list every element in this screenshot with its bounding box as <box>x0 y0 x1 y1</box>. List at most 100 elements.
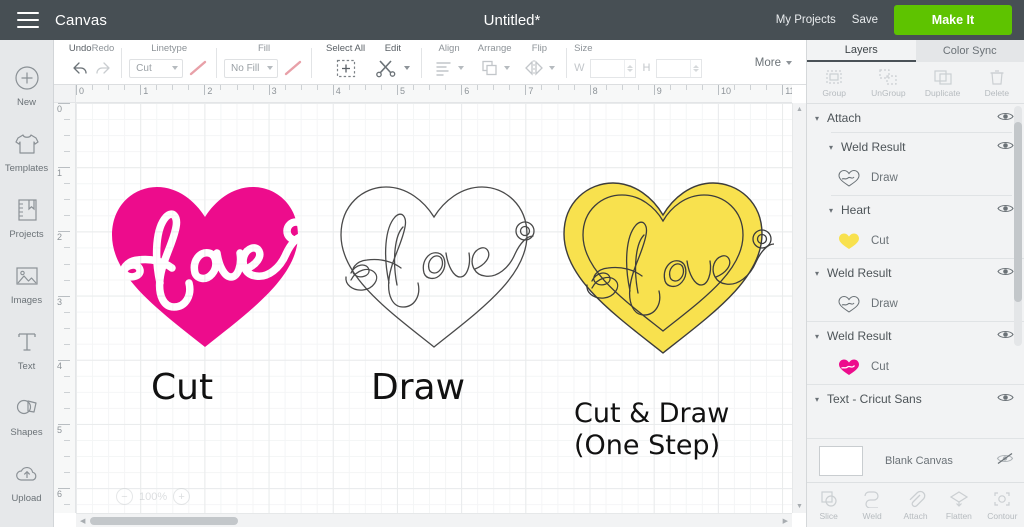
weld-button[interactable]: Weld <box>850 490 893 521</box>
eye-icon[interactable] <box>997 327 1014 345</box>
scroll-down-arrow-icon[interactable]: ▼ <box>796 503 803 510</box>
hamburger-menu-icon[interactable] <box>17 12 39 28</box>
layers-scroll-thumb[interactable] <box>1014 122 1022 302</box>
zoom-out-button[interactable]: − <box>116 488 133 505</box>
layer-row-weld-result-3[interactable]: ▾ Weld Result <box>807 322 1024 350</box>
expand-caret-icon[interactable]: ▾ <box>815 269 827 278</box>
select-all-tool[interactable]: Select All <box>319 40 372 85</box>
love-script-outline <box>345 213 535 308</box>
canvas-label[interactable]: Canvas <box>55 12 107 29</box>
attach-button[interactable]: Attach <box>894 490 937 521</box>
redo-icon[interactable] <box>92 56 114 80</box>
sidebar-item-projects[interactable]: Projects <box>0 184 54 250</box>
save-button[interactable]: Save <box>852 14 878 26</box>
expand-caret-icon[interactable]: ▾ <box>829 206 841 215</box>
fill-tool[interactable]: Fill No Fill <box>224 40 304 85</box>
linetype-tool[interactable]: Linetype Cut <box>129 40 209 85</box>
width-input[interactable] <box>590 58 637 78</box>
height-input[interactable] <box>656 58 703 78</box>
sidebar-item-shapes[interactable]: Shapes <box>0 382 54 448</box>
layer-item-cut-pink[interactable]: Cut <box>807 350 1024 384</box>
eye-icon[interactable] <box>997 109 1014 127</box>
slice-button[interactable]: Slice <box>807 490 850 521</box>
horizontal-scroll-thumb[interactable] <box>90 517 238 525</box>
align-icon[interactable] <box>434 56 465 80</box>
layers-scrollbar[interactable] <box>1014 106 1022 346</box>
tab-layers[interactable]: Layers <box>807 40 916 62</box>
select-all-icon[interactable] <box>335 56 357 80</box>
linetype-select[interactable]: Cut <box>129 58 184 78</box>
layer-row-attach[interactable]: ▾ Attach <box>807 104 1024 132</box>
edit-tool[interactable]: Edit <box>372 40 413 85</box>
layer-row-weld-result-1[interactable]: ▾ Weld Result <box>807 133 1024 161</box>
eye-icon[interactable] <box>997 390 1014 408</box>
eye-icon[interactable] <box>997 264 1014 282</box>
undo-tool[interactable]: Undo <box>69 40 92 85</box>
ungroup-button[interactable]: UnGroup <box>861 62 915 103</box>
ruler-minor-tick <box>750 85 752 90</box>
expand-caret-icon[interactable]: ▾ <box>815 395 827 404</box>
eye-icon[interactable] <box>997 201 1014 219</box>
arrange-tool[interactable]: Arrange <box>470 40 520 85</box>
group-button[interactable]: Group <box>807 62 861 103</box>
expand-caret-icon[interactable]: ▾ <box>815 114 827 123</box>
chevron-down-icon[interactable] <box>458 66 465 70</box>
sidebar-item-new[interactable]: New <box>0 52 54 118</box>
fill-color-swatch[interactable] <box>282 58 304 78</box>
sidebar-item-images[interactable]: Images <box>0 250 54 316</box>
canvas-area[interactable]: 0 1 2 3 4 5 6 7 8 9 10 11 0 1 2 3 4 5 6 <box>54 85 806 527</box>
chevron-down-icon[interactable] <box>549 66 556 70</box>
eye-icon[interactable] <box>997 138 1014 156</box>
edit-scissors-icon[interactable] <box>376 56 410 80</box>
scroll-right-arrow-icon[interactable]: ▶ <box>783 517 788 525</box>
eye-hidden-icon[interactable] <box>996 452 1014 470</box>
make-it-button[interactable]: Make It <box>894 5 1012 35</box>
chevron-down-icon <box>267 66 274 70</box>
blank-canvas-row[interactable]: Blank Canvas <box>807 438 1024 482</box>
height-stepper[interactable] <box>690 59 701 77</box>
more-button[interactable]: More <box>755 40 806 69</box>
ruler-label: 11 <box>785 86 792 96</box>
sidebar-item-text[interactable]: Text <box>0 316 54 382</box>
layer-item-cut-yellow[interactable]: Cut <box>807 224 1024 258</box>
outline-heart-draw[interactable] <box>329 165 539 355</box>
sidebar-item-templates[interactable]: Templates <box>0 118 54 184</box>
flip-tool[interactable]: Flip <box>520 40 560 85</box>
tab-color-sync[interactable]: Color Sync <box>916 40 1024 62</box>
pink-heart-cut[interactable] <box>100 165 310 355</box>
ruler-minor-tick <box>477 85 479 90</box>
flatten-button[interactable]: Flatten <box>937 490 980 521</box>
linetype-color-swatch[interactable] <box>187 58 209 78</box>
horizontal-scrollbar[interactable]: ◀ ▶ <box>76 513 792 527</box>
duplicate-button[interactable]: Duplicate <box>916 62 970 103</box>
width-stepper[interactable] <box>624 59 635 77</box>
delete-button[interactable]: Delete <box>970 62 1024 103</box>
expand-caret-icon[interactable]: ▾ <box>829 143 841 152</box>
scroll-up-arrow-icon[interactable]: ▲ <box>796 106 803 113</box>
align-tool[interactable]: Align <box>428 40 469 85</box>
arrange-icon[interactable] <box>480 56 510 80</box>
sidebar-item-upload[interactable]: Upload <box>0 448 54 514</box>
zoom-in-button[interactable]: + <box>173 488 191 505</box>
my-projects-button[interactable]: My Projects <box>776 14 836 26</box>
chevron-down-icon[interactable] <box>503 66 510 70</box>
ruler-minor-tick <box>64 151 70 153</box>
vertical-scrollbar[interactable]: ▲ ▼ <box>792 103 806 513</box>
contour-button[interactable]: Contour <box>981 490 1024 521</box>
layer-row-weld-result-2[interactable]: ▾ Weld Result <box>807 259 1024 287</box>
blank-canvas-swatch[interactable] <box>819 445 863 476</box>
redo-tool[interactable]: Redo <box>92 40 114 85</box>
layer-item-draw-2[interactable]: Draw <box>807 287 1024 321</box>
canvas-grid[interactable]: Cut Draw Cut & Draw (One Step) <box>76 103 792 513</box>
expand-caret-icon[interactable]: ▾ <box>815 332 827 341</box>
layer-item-draw-1[interactable]: Draw <box>807 161 1024 195</box>
flip-icon[interactable] <box>523 56 556 80</box>
layer-row-heart[interactable]: ▾ Heart <box>807 196 1024 224</box>
chevron-down-icon[interactable] <box>403 66 410 70</box>
yellow-heart-cut-and-draw[interactable] <box>552 161 774 361</box>
fill-select[interactable]: No Fill <box>224 58 279 78</box>
scroll-left-arrow-icon[interactable]: ◀ <box>80 517 85 525</box>
layers-list[interactable]: ▾ Attach ▾ Weld Result Draw ▾ Heart Cut … <box>807 104 1024 438</box>
layer-row-text-cricut-sans[interactable]: ▾ Text - Cricut Sans <box>807 385 1024 413</box>
undo-icon[interactable] <box>69 56 91 80</box>
